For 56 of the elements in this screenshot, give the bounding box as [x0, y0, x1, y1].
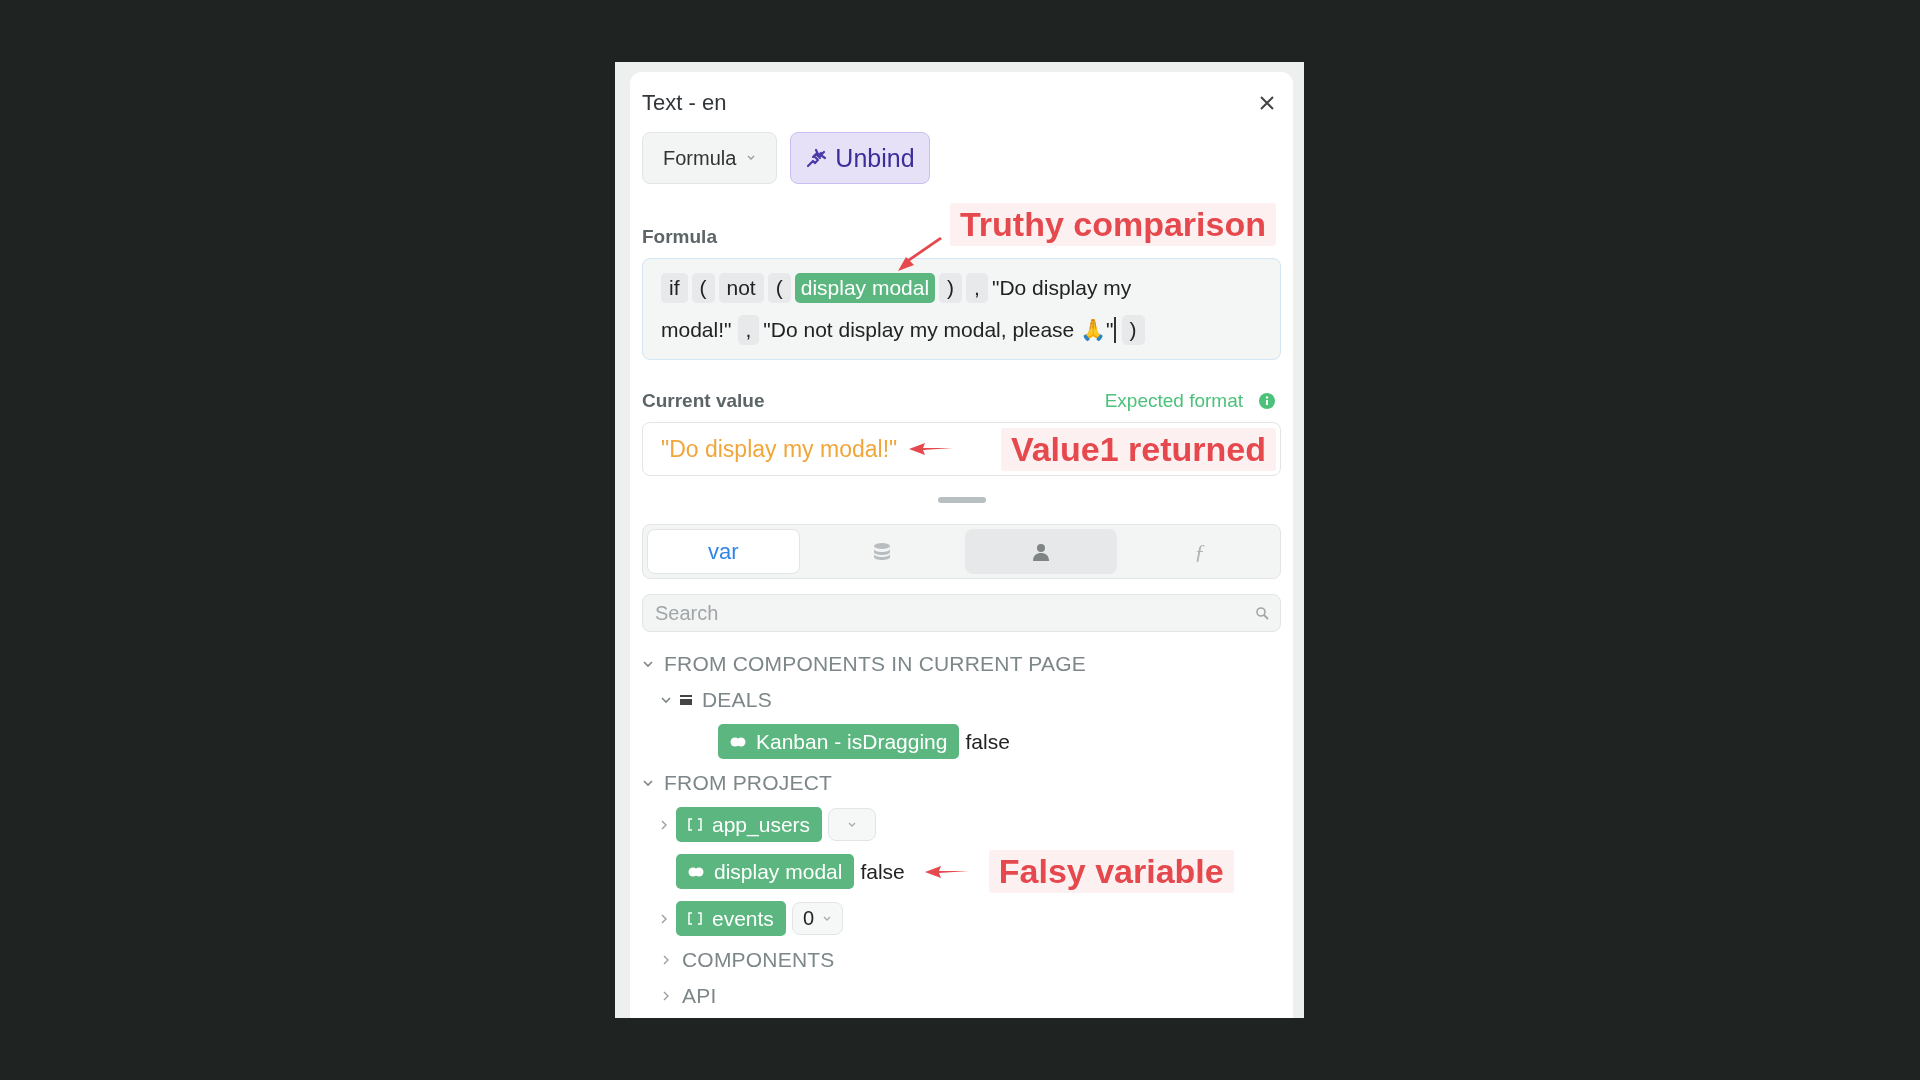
variable-chip[interactable]: display modal	[676, 854, 855, 889]
section-header[interactable]: API	[682, 984, 717, 1008]
unbind-button[interactable]: Unbind	[790, 132, 930, 184]
value-dropdown[interactable]	[828, 808, 877, 841]
caret-icon	[847, 820, 858, 829]
string-literal: "Do not display my modal, please 🙏"	[763, 317, 1116, 343]
unplug-icon	[805, 147, 828, 169]
bracket-icon	[688, 818, 702, 831]
formula-token: ,	[737, 315, 760, 345]
field-label: Current value	[642, 390, 765, 412]
drag-handle[interactable]	[937, 497, 986, 503]
variable-chip[interactable]: events	[676, 901, 786, 936]
formula-token: not	[718, 273, 764, 303]
current-value: "Do display my modal!"	[661, 435, 898, 463]
variable-value: false	[860, 859, 905, 884]
search-field[interactable]: Search	[642, 594, 1281, 632]
section-header[interactable]: FROM PROJECT	[664, 771, 833, 795]
annotation-label: Truthy comparison	[949, 203, 1276, 246]
section-header[interactable]: COMPONENTS	[682, 948, 835, 972]
variable-chip[interactable]: app_users	[676, 807, 823, 842]
info-icon	[1259, 393, 1275, 409]
formula-editor[interactable]: if ( not ( display modal ) , "Do display my modal!" , "Do not display my modal, please 🙏" )	[642, 258, 1281, 360]
string-literal: "Do display my	[991, 275, 1132, 301]
value-dropdown[interactable]: 0	[791, 902, 843, 935]
annotation-label: Falsy variable	[988, 850, 1234, 893]
toggle-icon	[730, 736, 746, 747]
variable-value: false	[965, 729, 1010, 754]
formula-token: )	[1121, 315, 1145, 345]
caret-icon	[746, 154, 757, 162]
group-label[interactable]: DEALS	[702, 688, 772, 712]
close-icon	[1259, 95, 1275, 111]
formula-token: (	[691, 273, 715, 303]
bracket-icon	[688, 912, 702, 925]
field-label: Formula	[642, 226, 717, 248]
expected-format-link[interactable]: Expected format	[1104, 390, 1243, 412]
table-icon	[680, 694, 692, 706]
formula-token: if	[661, 273, 688, 303]
formula-token: )	[939, 273, 963, 303]
variable-chip[interactable]: Kanban - isDragging	[718, 724, 960, 759]
variable-chip: display modal	[794, 273, 936, 303]
formula-dropdown[interactable]: Formula	[642, 132, 778, 184]
annotation-label: Value1 returned	[1000, 427, 1276, 471]
search-icon	[1256, 607, 1269, 620]
section-header[interactable]: FROM COMPONENTS IN CURRENT PAGE	[664, 652, 1086, 676]
tab[interactable]: ƒ	[1123, 529, 1276, 574]
formula-token: ,	[966, 273, 988, 303]
arrow-icon	[897, 237, 942, 273]
caret-icon	[822, 914, 832, 923]
formula-token: (	[767, 273, 791, 303]
database-icon	[873, 541, 892, 562]
toggle-icon	[688, 866, 704, 877]
tab[interactable]	[964, 529, 1118, 574]
panel-title: Text - en	[642, 90, 727, 116]
tab[interactable]: var	[647, 529, 800, 574]
person-icon	[1031, 542, 1050, 561]
string-literal: modal!"	[661, 317, 732, 343]
